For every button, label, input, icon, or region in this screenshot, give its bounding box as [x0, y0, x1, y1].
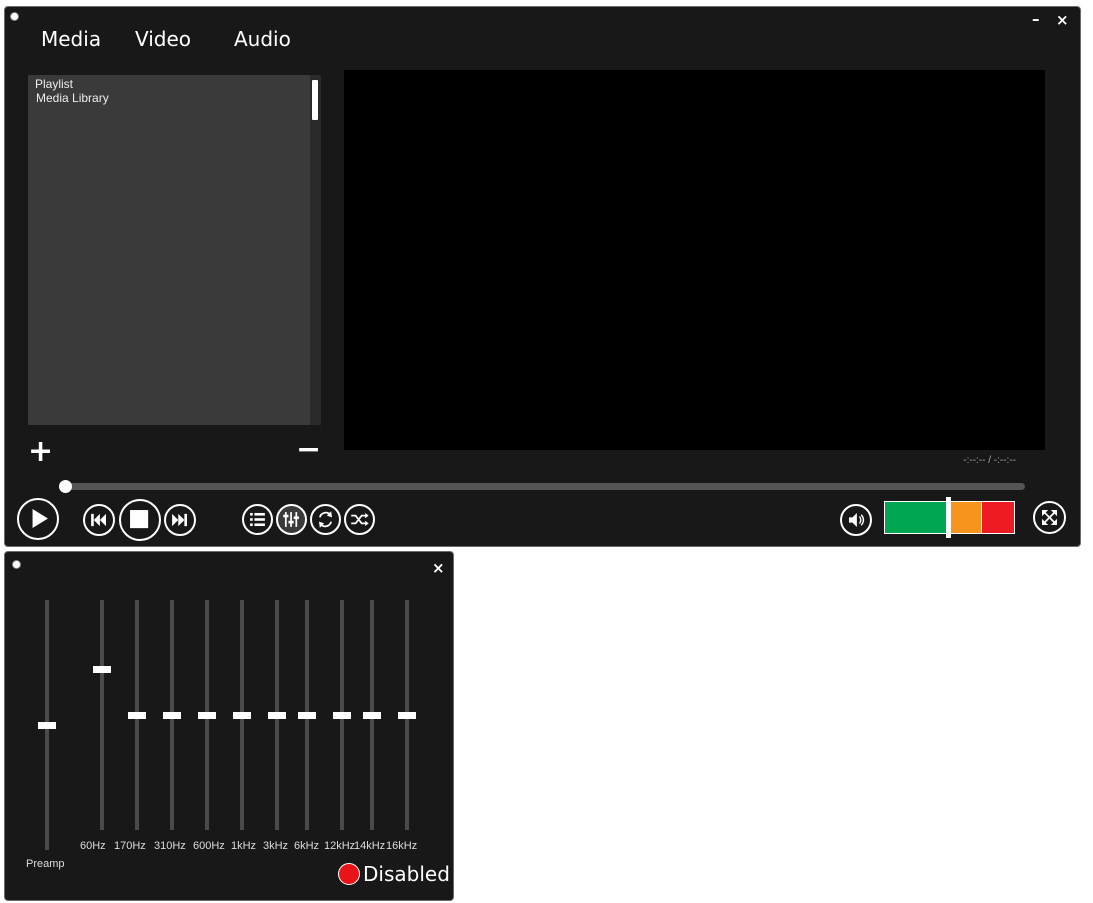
sidebar-item-playlist[interactable]: Playlist — [28, 77, 310, 91]
play-icon — [32, 509, 48, 529]
eq-band-14khz-slider-handle[interactable] — [363, 712, 381, 719]
eq-band-60hz-slider-label: 60Hz — [80, 840, 106, 852]
next-button[interactable] — [164, 504, 196, 536]
seek-bar[interactable] — [59, 480, 1025, 493]
minimize-button[interactable]: – — [1032, 12, 1040, 27]
main-player-window: – × Media Video Audio Playlist Media Lib… — [4, 6, 1081, 547]
previous-icon — [91, 513, 106, 527]
menu-audio[interactable]: Audio — [234, 27, 291, 51]
eq-band-16khz-slider-label: 16kHz — [386, 840, 418, 852]
stop-icon — [130, 510, 149, 529]
volume-zone-mid — [947, 502, 981, 533]
seek-knob[interactable] — [59, 480, 72, 493]
time-display: -:--:-- / -:--:-- — [963, 455, 1016, 466]
next-icon — [172, 513, 187, 527]
eq-band-60hz-slider-handle[interactable] — [93, 666, 111, 673]
eq-band-170hz-slider-handle[interactable] — [128, 712, 146, 719]
equalizer-icon — [283, 512, 299, 527]
menu-video[interactable]: Video — [135, 27, 191, 51]
equalizer-enable-toggle[interactable]: Disabled — [338, 862, 450, 886]
window-menu-dot-icon[interactable] — [13, 561, 20, 568]
eq-band-1khz-slider-handle[interactable] — [233, 712, 251, 719]
eq-band-6khz-slider-handle[interactable] — [298, 712, 316, 719]
volume-icon — [849, 513, 865, 527]
status-indicator-icon — [338, 863, 360, 885]
playlist-toggle-button[interactable] — [242, 504, 273, 535]
shuffle-button[interactable] — [344, 504, 375, 535]
play-button[interactable] — [17, 498, 59, 540]
sidebar-scrollbar[interactable] — [310, 75, 321, 425]
equalizer-status-label: Disabled — [363, 862, 450, 886]
eq-band-3khz-slider-label: 3kHz — [263, 840, 289, 852]
fullscreen-icon — [1042, 510, 1057, 525]
video-display[interactable] — [344, 70, 1045, 450]
menu-media[interactable]: Media — [41, 27, 101, 51]
volume-zone-low — [885, 502, 947, 533]
eq-band-12khz-slider-label: 12kHz — [324, 840, 356, 852]
preamp-slider-handle[interactable] — [38, 722, 56, 729]
eq-band-16khz-slider-handle[interactable] — [398, 712, 416, 719]
eq-band-1khz-slider-label: 1kHz — [231, 840, 257, 852]
volume-zone-high — [981, 502, 1014, 533]
sidebar-scrollbar-thumb[interactable] — [312, 80, 318, 120]
eq-band-170hz-slider-label: 170Hz — [114, 840, 146, 852]
playlist-icon — [250, 512, 265, 527]
volume-mute-button[interactable] — [840, 504, 872, 536]
eq-band-310hz-slider-handle[interactable] — [163, 712, 181, 719]
repeat-icon — [318, 511, 333, 528]
equalizer-close-button[interactable]: × — [432, 561, 445, 576]
remove-button[interactable]: − — [296, 435, 321, 465]
repeat-button[interactable] — [310, 504, 341, 535]
eq-band-14khz-slider-label: 14kHz — [354, 840, 386, 852]
eq-band-3khz-slider-handle[interactable] — [268, 712, 286, 719]
eq-band-60hz-slider-track[interactable] — [100, 600, 104, 830]
close-button[interactable]: × — [1056, 13, 1069, 28]
eq-band-310hz-slider-label: 310Hz — [154, 840, 186, 852]
sidebar-panel: Playlist Media Library — [28, 75, 310, 425]
volume-knob[interactable] — [946, 497, 951, 538]
preamp-label: Preamp — [26, 858, 65, 870]
eq-band-12khz-slider-handle[interactable] — [333, 712, 351, 719]
equalizer-toggle-button[interactable] — [276, 504, 307, 535]
shuffle-icon — [351, 512, 369, 527]
equalizer-window: × 60Hz 170Hz 310Hz 600Hz 1kHz 3kHz 6kHz 12kHz 14… — [4, 551, 454, 901]
window-menu-dot-icon[interactable] — [11, 13, 18, 20]
eq-band-600hz-slider-handle[interactable] — [198, 712, 216, 719]
previous-button[interactable] — [83, 504, 115, 536]
fullscreen-button[interactable] — [1033, 501, 1066, 534]
eq-band-6khz-slider-label: 6kHz — [294, 840, 320, 852]
stop-button[interactable] — [119, 499, 161, 541]
add-button[interactable]: + — [28, 437, 53, 467]
eq-band-600hz-slider-label: 600Hz — [193, 840, 225, 852]
sidebar-item-media-library[interactable]: Media Library — [28, 91, 310, 105]
